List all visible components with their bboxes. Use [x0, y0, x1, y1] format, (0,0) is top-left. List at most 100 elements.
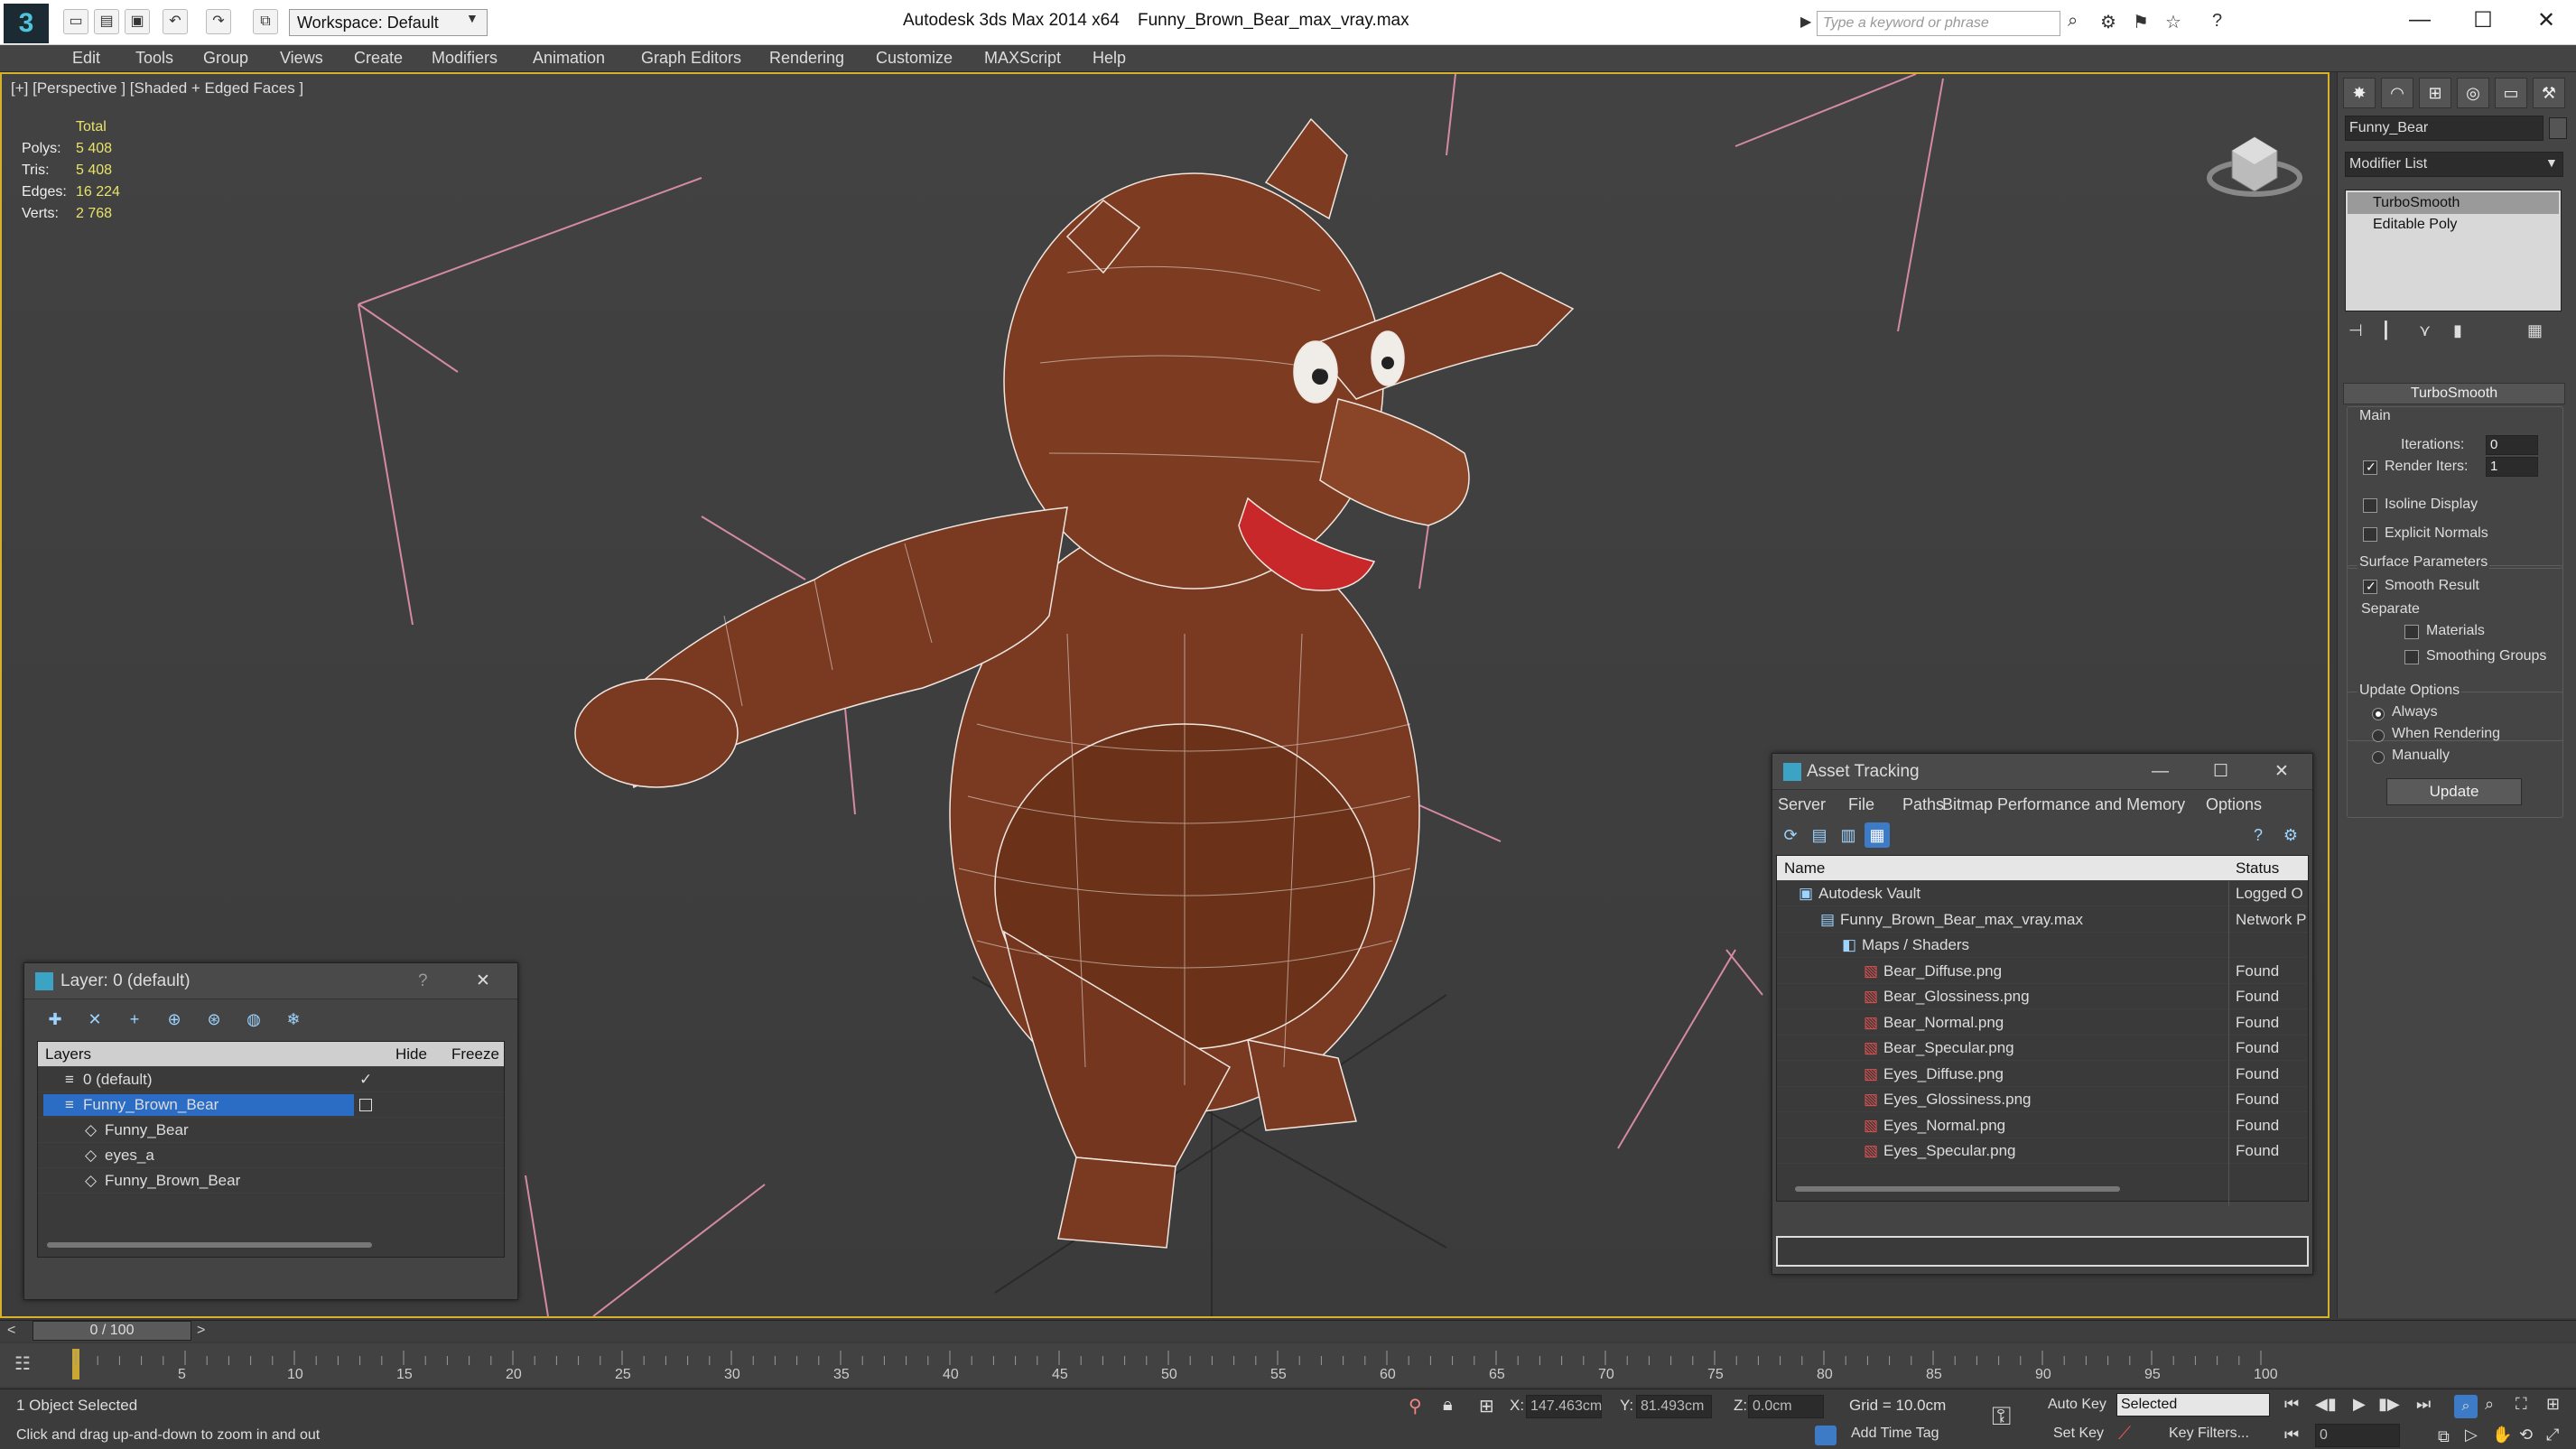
track-bar[interactable]: ☷ 5 10 15 20 25 30 35 40 45 50 55 60 65 70 75 80 85 90 95 1… — [0, 1343, 2576, 1387]
minimize-icon[interactable]: — — [2152, 754, 2169, 790]
utilities-tab-icon[interactable]: ⚒ — [2533, 78, 2565, 108]
settings-icon[interactable]: ⚙ — [2278, 822, 2303, 848]
add-to-layer-icon[interactable]: + — [122, 1007, 147, 1032]
menu-help[interactable]: Help — [1093, 49, 1126, 68]
checkmark-icon[interactable]: ✓ — [359, 1067, 372, 1092]
maximize-icon[interactable]: ☐ — [2213, 754, 2228, 790]
always-radio[interactable] — [2372, 708, 2385, 720]
asset-menu-paths[interactable]: Paths — [1902, 790, 1944, 819]
minimize-button[interactable]: — — [2402, 7, 2438, 33]
key-tangent-icon[interactable]: ⟋ — [2118, 1424, 2131, 1444]
project-folder-icon[interactable]: ⧉ — [253, 9, 278, 34]
menu-modifiers[interactable]: Modifiers — [432, 49, 498, 68]
field-of-view-icon[interactable]: ▷ — [2465, 1426, 2478, 1444]
set-key-button[interactable]: Set Key — [2053, 1426, 2104, 1442]
smooth-result-checkbox[interactable] — [2363, 579, 2377, 594]
app-logo-icon[interactable]: 3 — [4, 4, 49, 43]
asset-menu-server[interactable]: Server — [1778, 790, 1826, 819]
isolate-icon[interactable]: ⚲ — [1409, 1395, 1422, 1417]
make-unique-icon[interactable]: ⋎ — [2419, 321, 2431, 340]
layer-row[interactable]: ◇ Funny_Brown_Bear — [38, 1168, 504, 1194]
asset-menu-file[interactable]: File — [1848, 790, 1874, 819]
play-arrow-icon[interactable]: ▶ — [1800, 13, 1811, 31]
previous-frame-icon[interactable]: ◀▮ — [2315, 1395, 2337, 1414]
time-slider[interactable]: < 0 / 100 > — [0, 1320, 2576, 1342]
menu-maxscript[interactable]: MAXScript — [984, 49, 1061, 68]
layer-row[interactable]: ≡ Funny_Brown_Bear — [38, 1092, 504, 1118]
materials-checkbox[interactable] — [2404, 625, 2419, 639]
asset-path-field[interactable] — [1776, 1236, 2309, 1267]
menu-edit[interactable]: Edit — [72, 49, 100, 68]
zoom-all-icon[interactable]: ⌕ — [2485, 1395, 2494, 1414]
close-icon[interactable]: ✕ — [2274, 754, 2289, 790]
manually-radio[interactable] — [2372, 751, 2385, 764]
chevron-right-icon[interactable]: > — [197, 1323, 205, 1339]
hierarchy-tab-icon[interactable]: ⊞ — [2419, 78, 2451, 108]
select-objects-icon[interactable]: ⊕ — [162, 1007, 187, 1032]
binoculars-icon[interactable]: ⌕ — [2068, 11, 2078, 32]
auto-key-button[interactable]: Auto Key — [2048, 1397, 2106, 1413]
time-config-icon[interactable]: ⧉ — [2438, 1427, 2450, 1446]
zoom-extents-icon[interactable]: ⛶ — [2516, 1395, 2527, 1414]
lock-icon[interactable]: 🔒︎ — [1443, 1395, 1453, 1416]
key-mode-icon[interactable]: ⏮ — [2284, 1426, 2299, 1444]
modifier-list-dropdown[interactable]: Modifier List — [2345, 152, 2563, 177]
freeze-all-icon[interactable]: ❄ — [281, 1007, 306, 1032]
grid-view-icon[interactable]: ▦ — [1865, 822, 1890, 848]
col-name[interactable]: Name — [1784, 856, 1825, 881]
remove-modifier-icon[interactable]: ▮ — [2453, 321, 2462, 340]
horizontal-scrollbar[interactable] — [1795, 1186, 2120, 1192]
key-filters-button[interactable]: Key Filters... — [2169, 1426, 2249, 1442]
object-color-swatch[interactable] — [2549, 117, 2567, 139]
z-coordinate-field[interactable]: 0.0cm — [1748, 1395, 1824, 1418]
menu-group[interactable]: Group — [203, 49, 248, 68]
time-tag-icon[interactable] — [1815, 1426, 1837, 1445]
search-input[interactable]: Type a keyword or phrase — [1817, 11, 2060, 36]
render-iters-spinner[interactable]: 1 — [2486, 457, 2538, 477]
close-button[interactable]: ✕ — [2528, 7, 2564, 33]
help-icon[interactable]: ? — [2212, 11, 2222, 32]
when-rendering-radio[interactable] — [2372, 729, 2385, 742]
redo-icon[interactable]: ↷ — [206, 9, 231, 34]
layer-row[interactable]: ◇ eyes_a — [38, 1143, 504, 1168]
viewport-label[interactable]: [+] [Perspective ] [Shaded + Edged Faces… — [11, 79, 303, 98]
transform-mode-icon[interactable]: ⊞ — [1479, 1395, 1494, 1417]
pin-stack-icon[interactable]: ⊣ — [2348, 321, 2363, 340]
frame-slider-thumb[interactable]: 0 / 100 — [33, 1321, 191, 1341]
configure-modifier-sets-icon[interactable]: ▦ — [2527, 321, 2543, 340]
help-icon[interactable]: ? — [418, 963, 428, 999]
new-file-icon[interactable]: ▭ — [63, 9, 88, 34]
modify-tab-icon[interactable]: ◠ — [2381, 78, 2413, 108]
viewcube-icon[interactable] — [2205, 115, 2304, 205]
chevron-left-icon[interactable]: < — [7, 1323, 15, 1339]
menu-create[interactable]: Create — [354, 49, 403, 68]
communication-icon[interactable]: ⚑ — [2133, 11, 2149, 33]
x-coordinate-field[interactable]: 147.463cm — [1526, 1395, 1602, 1418]
maximize-button[interactable]: ☐ — [2465, 7, 2501, 33]
turbosmooth-rollout-header[interactable]: TurboSmooth — [2343, 383, 2565, 404]
current-layer-checkbox[interactable] — [359, 1099, 372, 1111]
explicit-normals-checkbox[interactable] — [2363, 527, 2377, 542]
orbit-icon[interactable]: ⟲ — [2519, 1426, 2533, 1444]
refresh-icon[interactable]: ⟳ — [1778, 822, 1803, 848]
save-icon[interactable]: ▣ — [125, 9, 150, 34]
layer-dialog-title-bar[interactable]: Layer: 0 (default) ? ✕ — [24, 963, 517, 999]
workspace-dropdown[interactable]: Workspace: Default — [289, 9, 488, 36]
chevron-down-icon[interactable]: ▼ — [466, 11, 479, 25]
table-view-icon[interactable]: ▥ — [1836, 822, 1861, 848]
stack-item-editable-poly[interactable]: Editable Poly — [2348, 214, 2559, 236]
menu-views[interactable]: Views — [280, 49, 323, 68]
object-name-field[interactable]: Funny_Bear — [2345, 116, 2543, 141]
motion-tab-icon[interactable]: ◎ — [2457, 78, 2489, 108]
list-view-icon[interactable]: ▤ — [1807, 822, 1832, 848]
iterations-spinner[interactable]: 0 — [2486, 435, 2538, 455]
delete-layer-icon[interactable]: ✕ — [82, 1007, 107, 1032]
create-tab-icon[interactable]: ✸ — [2343, 78, 2376, 108]
render-iters-checkbox[interactable] — [2363, 460, 2377, 475]
subscription-icon[interactable]: ⚙ — [2100, 11, 2116, 33]
menu-tools[interactable]: Tools — [135, 49, 173, 68]
col-hide[interactable]: Hide — [395, 1042, 427, 1067]
menu-customize[interactable]: Customize — [876, 49, 953, 68]
show-end-result-icon[interactable]: ┃ — [2381, 321, 2391, 340]
key-icon[interactable]: ⚿ — [1992, 1402, 2011, 1432]
